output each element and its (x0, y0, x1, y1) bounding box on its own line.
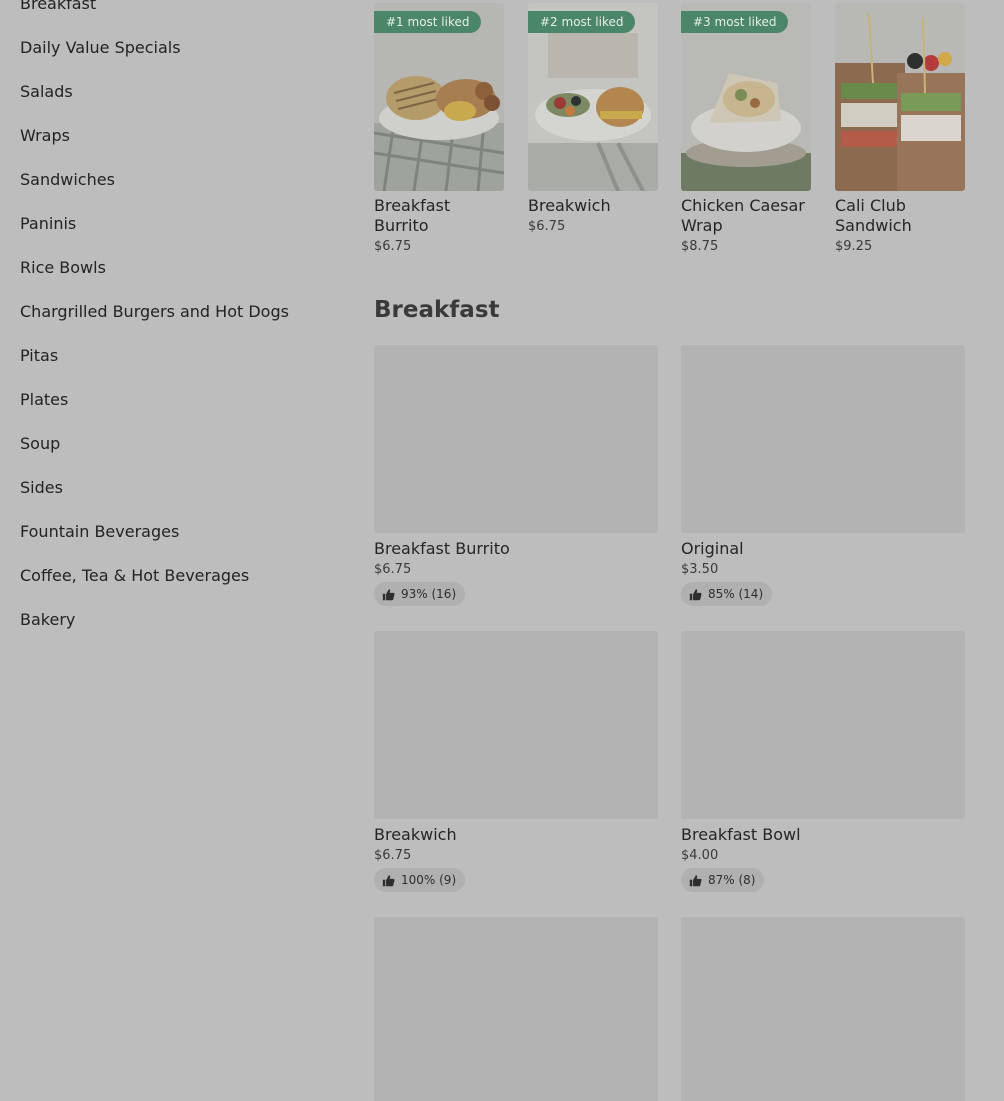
popular-item-price: $6.75 (528, 219, 566, 234)
thumbs-up-icon (382, 588, 395, 600)
sidebar-item-daily-value-specials[interactable]: Daily Value Specials (20, 25, 340, 69)
rating-text: 87% (8) (708, 873, 756, 887)
sidebar-item-rice-bowls[interactable]: Rice Bowls (20, 245, 340, 289)
rank-badge: #1 most liked (374, 11, 481, 33)
rating-badge: 87% (8) (681, 868, 765, 892)
item-name: Breakwich (374, 825, 457, 844)
item-image-placeholder[interactable] (681, 631, 965, 819)
popular-item-card[interactable]: #3 most liked Chicken Caesar Wrap $8.75 (681, 3, 811, 254)
item-price: $6.75 (374, 562, 412, 577)
popular-item-card[interactable]: Cali Club Sandwich $9.25 (835, 3, 965, 254)
item-image-placeholder[interactable] (681, 345, 965, 533)
chicken-caesar-wrap-photo[interactable]: #3 most liked (681, 3, 811, 191)
category-sidebar: Breakfast Daily Value Specials Salads Wr… (20, 0, 340, 641)
item-name: Breakfast Burrito (374, 539, 510, 558)
sidebar-item-fountain-beverages[interactable]: Fountain Beverages (20, 509, 340, 553)
item-image-placeholder[interactable] (374, 345, 658, 533)
sidebar-item-plates[interactable]: Plates (20, 377, 340, 421)
popular-item-price: $8.75 (681, 239, 719, 254)
item-price: $6.75 (374, 848, 412, 863)
sidebar-item-burgers-hot-dogs[interactable]: Chargrilled Burgers and Hot Dogs (20, 289, 340, 333)
breakfast-burrito-photo[interactable]: #1 most liked (374, 3, 504, 191)
popular-item-name: Cali Club Sandwich (835, 196, 912, 235)
thumbs-up-icon (689, 874, 702, 886)
menu-item-card[interactable] (374, 917, 658, 1101)
rating-text: 93% (16) (401, 587, 457, 601)
sidebar-item-soup[interactable]: Soup (20, 421, 340, 465)
menu-item-card[interactable]: Breakwich $6.75 100% (9) (374, 631, 658, 892)
item-price: $3.50 (681, 562, 719, 577)
menu-item-card[interactable] (681, 917, 965, 1101)
popular-item-name: Breakwich (528, 196, 611, 215)
item-image-placeholder[interactable] (681, 917, 965, 1101)
menu-page: Breakfast Daily Value Specials Salads Wr… (0, 0, 1004, 1101)
popular-item-name: Chicken Caesar Wrap (681, 196, 805, 235)
section-title: Breakfast (374, 297, 500, 323)
most-liked-carousel: #1 most liked Breakfast Burrito $6.75 #2… (374, 3, 965, 263)
sidebar-item-pitas[interactable]: Pitas (20, 333, 340, 377)
menu-item-card[interactable]: Breakfast Burrito $6.75 93% (16) (374, 345, 658, 606)
sidebar-item-bakery[interactable]: Bakery (20, 597, 340, 641)
sidebar-item-wraps[interactable]: Wraps (20, 113, 340, 157)
sidebar-item-salads[interactable]: Salads (20, 69, 340, 113)
sidebar-item-paninis[interactable]: Paninis (20, 201, 340, 245)
rating-badge: 85% (14) (681, 582, 773, 606)
popular-item-card[interactable]: #1 most liked Breakfast Burrito $6.75 (374, 3, 504, 254)
sidebar-item-sides[interactable]: Sides (20, 465, 340, 509)
sidebar-item-sandwiches[interactable]: Sandwiches (20, 157, 340, 201)
rating-badge: 93% (16) (374, 582, 466, 606)
menu-item-card[interactable]: Original $3.50 85% (14) (681, 345, 965, 606)
popular-item-price: $6.75 (374, 239, 412, 254)
popular-item-price: $9.25 (835, 239, 873, 254)
breakwich-photo[interactable]: #2 most liked (528, 3, 658, 191)
rating-text: 100% (9) (401, 873, 457, 887)
item-name: Original (681, 539, 744, 558)
sidebar-item-coffee-tea[interactable]: Coffee, Tea & Hot Beverages (20, 553, 340, 597)
rating-text: 85% (14) (708, 587, 764, 601)
thumbs-up-icon (689, 588, 702, 600)
item-image-placeholder[interactable] (374, 917, 658, 1101)
thumbs-up-icon (382, 874, 395, 886)
rating-badge: 100% (9) (374, 868, 466, 892)
menu-item-card[interactable]: Breakfast Bowl $4.00 87% (8) (681, 631, 965, 892)
popular-item-card[interactable]: #2 most liked Breakwich $6.75 (528, 3, 658, 234)
popular-item-name: Breakfast Burrito (374, 196, 451, 235)
item-name: Breakfast Bowl (681, 825, 801, 844)
rank-badge: #3 most liked (681, 11, 788, 33)
item-image-placeholder[interactable] (374, 631, 658, 819)
cali-club-sandwich-photo[interactable] (835, 3, 965, 191)
sidebar-item-breakfast[interactable]: Breakfast (20, 0, 340, 25)
rank-badge: #2 most liked (528, 11, 635, 33)
item-price: $4.00 (681, 848, 719, 863)
